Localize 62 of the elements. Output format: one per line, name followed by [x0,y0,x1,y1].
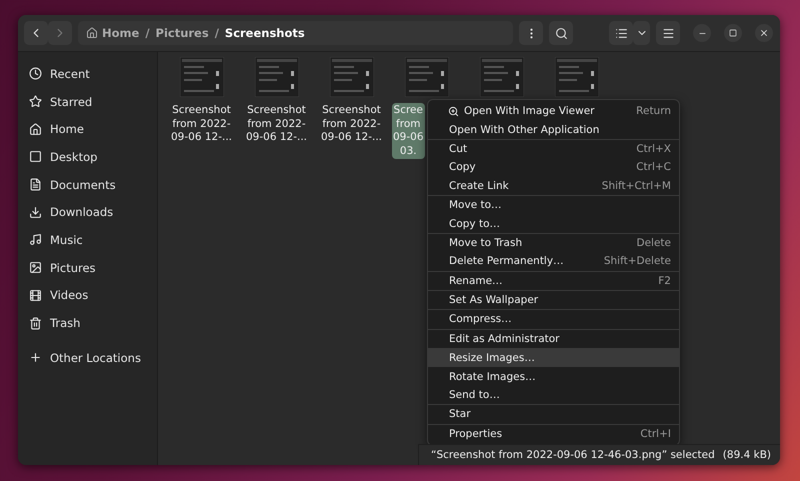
sidebar-item[interactable]: Videos [18,282,157,310]
breadcrumb-button[interactable]: Home [86,26,140,40]
menu-item[interactable]: Send to… [428,386,679,404]
menu-item[interactable]: Open With Other Application [428,120,679,139]
image-viewer-icon [448,106,459,117]
thumbnail-image [404,57,448,97]
file-name[interactable]: Scree from 09-06 03. [392,103,425,159]
maximize-icon [729,29,737,37]
menu-item[interactable]: Copy Ctrl+C [428,158,679,177]
home-icon [86,27,98,39]
maximize-button[interactable] [724,24,742,42]
menu-item[interactable]: Star [428,405,679,424]
sidebar-item[interactable]: Downloads [18,198,157,226]
sidebar-item[interactable]: Home [18,115,157,144]
thumbnail-image [554,57,598,97]
menu-item[interactable]: Rename… F2 [428,272,679,290]
breadcrumb-button[interactable]: Pictures [156,26,209,40]
thumbnail-image [480,57,524,97]
menu-item[interactable]: Edit as Administrator [428,330,679,348]
close-button[interactable] [755,24,773,42]
sidebar-item[interactable]: Trash [18,309,157,337]
list-view-button[interactable] [609,21,633,45]
close-icon [759,28,769,38]
sidebar-item[interactable]: Other Locations [18,344,157,372]
menu-item[interactable]: Rotate Images… [428,367,679,386]
path-separator: / [214,26,219,40]
menu-item[interactable]: Resize Images… [428,349,679,368]
sidebar-item[interactable]: Documents [18,170,157,198]
path-separator: / [145,26,150,40]
plus-icon [29,351,42,364]
menu-button[interactable] [656,21,680,45]
sidebar-item[interactable]: Starred [18,88,157,116]
menu-item[interactable]: Create Link Shift+Ctrl+M [428,176,679,195]
file-size-text: (89.4 kB) [722,449,771,461]
search-icon [554,26,568,40]
sidebar-item[interactable]: Recent [18,60,157,88]
file-name[interactable]: Screenshot from 2022- 09-06 12-... [242,103,310,146]
thumbnail-image [180,57,224,97]
menu-icon [662,26,674,40]
menu-item[interactable]: Compress… [428,310,679,329]
sidebar-item[interactable]: Desktop [18,143,157,171]
status-text: “Screenshot from 2022-09-06 12-46-03.png” selected [431,449,715,461]
sidebar-item[interactable]: Pictures [18,254,157,282]
menu-item[interactable]: Properties Ctrl+I [428,424,679,444]
breadcrumb-button[interactable]: Screenshots [224,26,305,40]
list-icon [614,26,628,40]
view-options-button[interactable] [633,21,650,45]
back-button[interactable] [24,21,48,45]
thumbnail-image [330,57,374,97]
more-button[interactable] [519,21,543,45]
file-name[interactable]: Screenshot from 2022- 09-06 12-... [318,103,385,146]
menu-item[interactable]: Delete Permanently… Shift+Delete [428,252,679,271]
menu-item[interactable]: Cut Ctrl+X [428,140,679,158]
file-name[interactable]: Screenshot from 2022- 09-06 12-... [168,103,235,146]
menu-item[interactable]: Open With Image Viewer Return [428,102,679,120]
menu-item[interactable]: Set As Wallpaper [428,290,679,310]
search-button[interactable] [549,21,573,45]
menu-item[interactable]: Move to Trash Delete [428,234,679,252]
thumbnail-image [254,57,298,97]
menu-item[interactable]: Move to… [428,196,679,214]
sidebar-item[interactable]: Music [18,226,157,254]
menu-item[interactable]: Copy to… [428,214,679,233]
